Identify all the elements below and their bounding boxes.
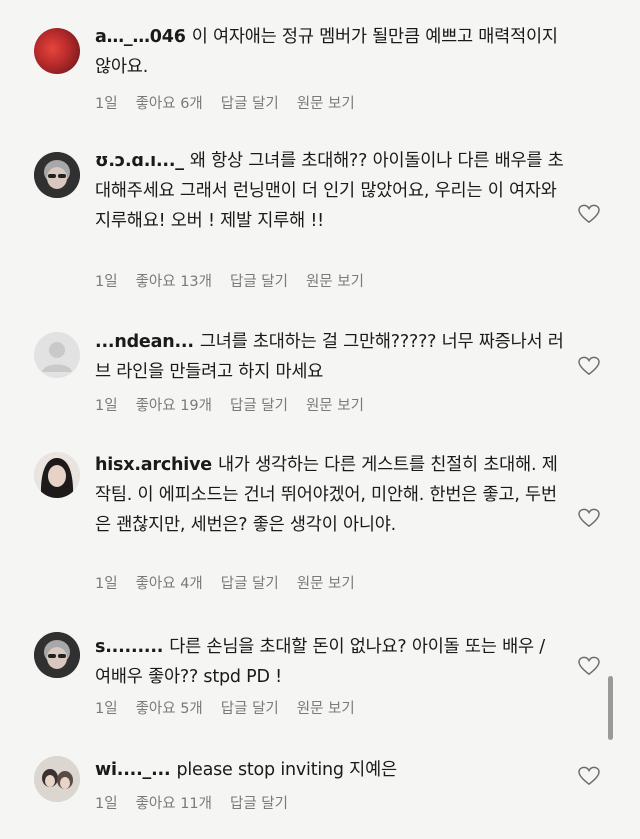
avatar[interactable] [34, 332, 80, 378]
comment-body: a…_…046 이 여자애는 정규 멤버가 될만큼 예쁘고 매력적이지 않아요. [95, 22, 565, 82]
avatar[interactable] [34, 28, 80, 74]
comment-meta: 1일 좋아요 19개 답글 달기 원문 보기 [95, 394, 364, 415]
heart-icon[interactable] [578, 356, 600, 376]
comment-time: 1일 [95, 701, 118, 717]
comment-username[interactable]: ʊ.ɔ.ɑ.ı..._ [95, 151, 184, 171]
comment-body: ʊ.ɔ.ɑ.ı..._ 왜 항상 그녀를 초대해?? 아이돌이나 다른 배우를 초… [95, 146, 565, 236]
comment-likes[interactable]: 좋아요 13개 [136, 270, 212, 291]
comment-likes[interactable]: 좋아요 19개 [136, 394, 212, 415]
comment-body: ...ndean... 그녀를 초대하는 걸 그만해????? 너무 짜증나서 러… [95, 327, 565, 387]
comment-likes[interactable]: 좋아요 5개 [136, 697, 203, 718]
comment-body: s......... 다른 손님을 초대할 돈이 없나요? 아이돌 또는 배우 /… [95, 632, 565, 692]
reply-button[interactable]: 답글 달기 [221, 572, 279, 593]
heart-icon[interactable] [578, 204, 600, 224]
avatar[interactable] [34, 756, 80, 802]
comment-username[interactable]: s......... [95, 637, 163, 657]
scrollbar[interactable] [608, 676, 613, 740]
heart-icon[interactable] [578, 656, 600, 676]
reply-button[interactable]: 답글 달기 [230, 394, 288, 415]
comment-time: 1일 [95, 398, 118, 414]
see-original-button[interactable]: 원문 보기 [297, 92, 355, 113]
comment-meta: 1일 좋아요 6개 답글 달기 원문 보기 [95, 92, 355, 113]
see-original-button[interactable]: 원문 보기 [297, 697, 355, 718]
see-original-button[interactable]: 원문 보기 [306, 394, 364, 415]
comment-time: 1일 [95, 96, 118, 112]
reply-button[interactable]: 답글 달기 [230, 270, 288, 291]
heart-icon[interactable] [578, 508, 600, 528]
comment-likes[interactable]: 좋아요 4개 [136, 572, 203, 593]
reply-button[interactable]: 답글 달기 [221, 92, 279, 113]
reply-button[interactable]: 답글 달기 [230, 792, 288, 813]
comment-time: 1일 [95, 796, 118, 812]
reply-button[interactable]: 답글 달기 [221, 697, 279, 718]
comment-username[interactable]: ...ndean... [95, 332, 194, 352]
avatar[interactable] [34, 632, 80, 678]
comment-text: please stop inviting 지예은 [176, 760, 397, 780]
avatar[interactable] [34, 452, 80, 498]
comment-meta: 1일 좋아요 5개 답글 달기 원문 보기 [95, 697, 355, 718]
comment-body: hisx.archive 내가 생각하는 다른 게스트를 친절히 초대해. 제작팀… [95, 450, 565, 540]
see-original-button[interactable]: 원문 보기 [306, 270, 364, 291]
see-original-button[interactable]: 원문 보기 [297, 572, 355, 593]
comment-body: wi...._... please stop inviting 지예은 [95, 755, 565, 785]
comment-username[interactable]: hisx.archive [95, 455, 212, 475]
comment-username[interactable]: a…_…046 [95, 27, 186, 47]
comment-meta: 1일 좋아요 11개 답글 달기 [95, 792, 288, 813]
comment-meta: 1일 좋아요 13개 답글 달기 원문 보기 [95, 270, 364, 291]
comment-username[interactable]: wi...._... [95, 760, 171, 780]
heart-icon[interactable] [578, 766, 600, 786]
comment-meta: 1일 좋아요 4개 답글 달기 원문 보기 [95, 572, 355, 593]
avatar[interactable] [34, 152, 80, 198]
comment-time: 1일 [95, 576, 118, 592]
comment-likes[interactable]: 좋아요 11개 [136, 792, 212, 813]
comment-time: 1일 [95, 274, 118, 290]
comment-likes[interactable]: 좋아요 6개 [136, 92, 203, 113]
